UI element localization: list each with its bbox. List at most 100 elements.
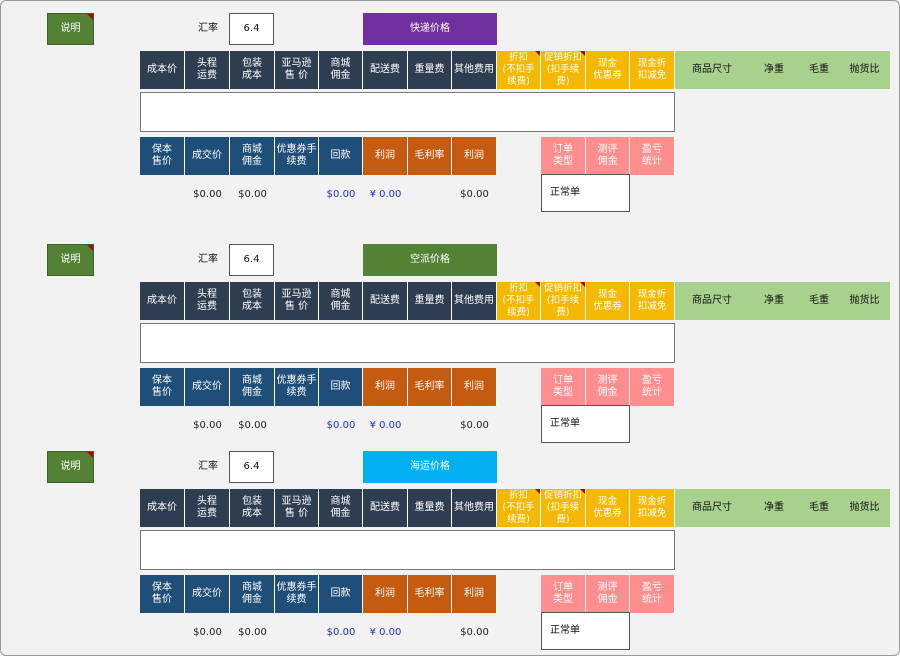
profit-header-cell: 利润 bbox=[452, 368, 497, 406]
rate-input[interactable]: 6.4 bbox=[229, 451, 274, 483]
result-header-cell: 回款 bbox=[319, 368, 363, 406]
result-header-cell: 商城 佣金 bbox=[230, 368, 275, 406]
shipping-title: 空派价格 bbox=[363, 244, 497, 276]
product-input-row[interactable] bbox=[140, 92, 675, 132]
product-input-row[interactable] bbox=[140, 323, 675, 363]
header-cell: 包装 成本 bbox=[230, 282, 275, 320]
rate-label: 汇率 bbox=[198, 460, 218, 472]
size-header-cell: 抛货比 bbox=[839, 489, 890, 527]
profit-header-cell: 利润 bbox=[363, 368, 408, 406]
header-cell: 包装 成本 bbox=[230, 489, 275, 527]
size-header-cell: 毛重 bbox=[799, 51, 839, 89]
value-cell: $0.00 bbox=[460, 419, 489, 431]
header-cell: 成本价 bbox=[140, 51, 185, 89]
header-cell: 重量费 bbox=[408, 282, 452, 320]
discount-header-cell: 现金折 扣减免 bbox=[630, 51, 675, 89]
rate-label: 汇率 bbox=[198, 253, 218, 265]
rate-input[interactable]: 6.4 bbox=[229, 244, 274, 276]
header-cell: 亚马逊 售 价 bbox=[275, 282, 319, 320]
header-cell: 其他费用 bbox=[452, 51, 497, 89]
discount-header-cell: 促销折扣 (扣手续 费) bbox=[541, 489, 586, 527]
result-header-cell: 回款 bbox=[319, 575, 363, 613]
note-button[interactable]: 说明 bbox=[47, 13, 94, 45]
result-header-cell: 优惠券手 续费 bbox=[275, 137, 319, 175]
order-header-cell: 测评 佣金 bbox=[586, 575, 630, 613]
value-cell: $0.00 bbox=[460, 626, 489, 638]
order-header-cell: 测评 佣金 bbox=[586, 368, 630, 406]
value-cell: ¥ 0.00 bbox=[369, 188, 402, 200]
discount-header-cell: 现金 优惠券 bbox=[586, 282, 630, 320]
value-cell: $0.00 bbox=[326, 188, 356, 200]
discount-header-cell: 折扣 (不扣手 续费) bbox=[497, 489, 541, 527]
order-type-select[interactable]: 正常单 bbox=[541, 174, 630, 212]
value-cell: $0.00 bbox=[193, 188, 222, 200]
order-type-select[interactable]: 正常单 bbox=[541, 612, 630, 650]
value-cell: $0.00 bbox=[460, 188, 489, 200]
result-header-cell: 保本 售价 bbox=[140, 575, 185, 613]
result-header-cell: 优惠券手 续费 bbox=[275, 368, 319, 406]
order-header-cell: 订单 类型 bbox=[541, 368, 586, 406]
value-cell: $0.00 bbox=[238, 419, 267, 431]
profit-header-cell: 利润 bbox=[452, 137, 497, 175]
header-cell: 其他费用 bbox=[452, 489, 497, 527]
value-cell: ¥ 0.00 bbox=[369, 626, 402, 638]
order-type-select[interactable]: 正常单 bbox=[541, 405, 630, 443]
profit-header-cell: 毛利率 bbox=[408, 137, 452, 175]
result-header-cell: 成交价 bbox=[185, 368, 230, 406]
discount-header-cell: 促销折扣 (扣手续 费) bbox=[541, 282, 586, 320]
size-header-cell: 净重 bbox=[749, 51, 799, 89]
order-header-cell: 测评 佣金 bbox=[586, 137, 630, 175]
discount-header-cell: 折扣 (不扣手 续费) bbox=[497, 51, 541, 89]
profit-header-cell: 利润 bbox=[363, 575, 408, 613]
shipping-title: 快递价格 bbox=[363, 13, 497, 45]
header-cell: 配送费 bbox=[363, 51, 408, 89]
size-header-cell: 毛重 bbox=[799, 282, 839, 320]
discount-header-cell: 现金折 扣减免 bbox=[630, 282, 675, 320]
header-cell: 头程 运费 bbox=[185, 282, 230, 320]
rate-input[interactable]: 6.4 bbox=[229, 13, 274, 45]
discount-header-cell: 现金 优惠券 bbox=[586, 51, 630, 89]
header-cell: 成本价 bbox=[140, 282, 185, 320]
discount-header-cell: 折扣 (不扣手 续费) bbox=[497, 282, 541, 320]
value-cell: $0.00 bbox=[193, 626, 222, 638]
profit-header-cell: 毛利率 bbox=[408, 368, 452, 406]
header-cell: 重量费 bbox=[408, 51, 452, 89]
note-button[interactable]: 说明 bbox=[47, 244, 94, 276]
discount-header-cell: 促销折扣 (扣手续 费) bbox=[541, 51, 586, 89]
result-header-cell: 成交价 bbox=[185, 137, 230, 175]
result-header-cell: 商城 佣金 bbox=[230, 575, 275, 613]
header-cell: 商城 佣金 bbox=[319, 51, 363, 89]
value-cell: $0.00 bbox=[238, 188, 267, 200]
order-header-cell: 订单 类型 bbox=[541, 575, 586, 613]
header-cell: 包装 成本 bbox=[230, 51, 275, 89]
size-header-cell: 商品尺寸 bbox=[675, 51, 749, 89]
shipping-title: 海运价格 bbox=[363, 451, 497, 483]
result-header-cell: 优惠券手 续费 bbox=[275, 575, 319, 613]
value-cell: $0.00 bbox=[193, 419, 222, 431]
size-header-cell: 商品尺寸 bbox=[675, 489, 749, 527]
discount-header-cell: 现金 优惠券 bbox=[586, 489, 630, 527]
note-button[interactable]: 说明 bbox=[47, 451, 94, 483]
rate-label: 汇率 bbox=[198, 22, 218, 34]
header-cell: 头程 运费 bbox=[185, 51, 230, 89]
product-input-row[interactable] bbox=[140, 530, 675, 570]
result-header-cell: 保本 售价 bbox=[140, 368, 185, 406]
size-header-cell: 净重 bbox=[749, 489, 799, 527]
size-header-cell: 毛重 bbox=[799, 489, 839, 527]
header-cell: 重量费 bbox=[408, 489, 452, 527]
result-header-cell: 成交价 bbox=[185, 575, 230, 613]
header-cell: 商城 佣金 bbox=[319, 282, 363, 320]
header-cell: 亚马逊 售 价 bbox=[275, 51, 319, 89]
value-cell: $0.00 bbox=[238, 626, 267, 638]
value-cell: $0.00 bbox=[326, 419, 356, 431]
order-header-cell: 盈亏 统计 bbox=[630, 368, 675, 406]
size-header-cell: 商品尺寸 bbox=[675, 282, 749, 320]
result-header-cell: 保本 售价 bbox=[140, 137, 185, 175]
header-cell: 亚马逊 售 价 bbox=[275, 489, 319, 527]
header-cell: 配送费 bbox=[363, 489, 408, 527]
value-cell: ¥ 0.00 bbox=[369, 419, 402, 431]
profit-header-cell: 利润 bbox=[363, 137, 408, 175]
header-cell: 成本价 bbox=[140, 489, 185, 527]
header-cell: 头程 运费 bbox=[185, 489, 230, 527]
header-cell: 其他费用 bbox=[452, 282, 497, 320]
